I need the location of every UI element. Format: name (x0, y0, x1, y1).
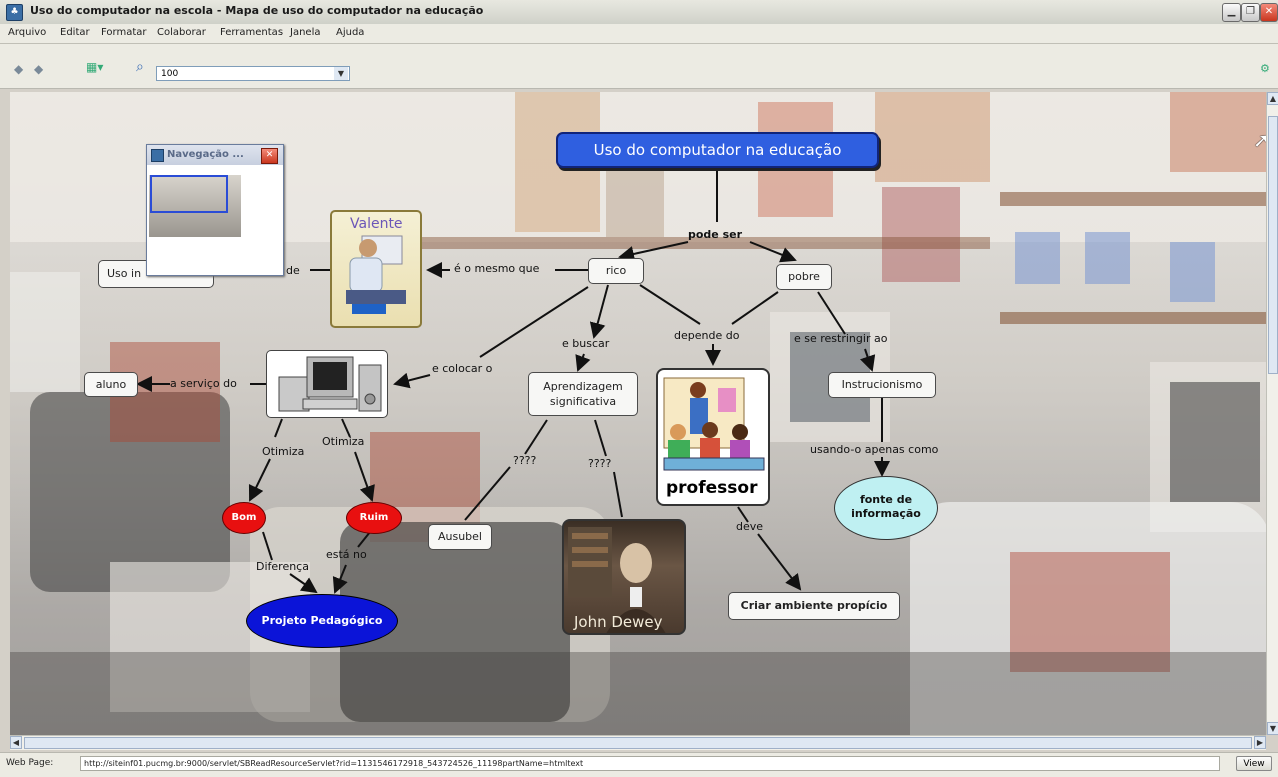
menu-arquivo[interactable]: Arquivo (8, 27, 46, 38)
link-label[interactable]: usando-o apenas como (810, 443, 938, 456)
chevron-down-icon[interactable]: ▼ (334, 67, 348, 80)
mouse-cursor-icon: ➚ (1253, 128, 1266, 152)
tool-icon[interactable]: ⚙ (1260, 62, 1270, 75)
dewey-caption: John Dewey (574, 613, 663, 631)
horizontal-scrollbar[interactable]: ◀ ▶ (10, 735, 1266, 750)
view-button[interactable]: View (1236, 756, 1272, 771)
link-label[interactable]: pode ser (688, 228, 742, 241)
scroll-down-icon[interactable]: ▼ (1267, 722, 1278, 735)
scroll-left-icon[interactable]: ◀ (10, 736, 22, 749)
window-titlebar: ♣ Uso do computador na escola - Mapa de … (0, 0, 1278, 25)
menu-janela[interactable]: Janela (290, 27, 320, 38)
concept-bom[interactable]: Bom (222, 502, 266, 534)
concept-root[interactable]: Uso do computador na educação (556, 132, 879, 168)
navigator-titlebar[interactable]: Navegação ... ✕ (147, 145, 283, 165)
concept-john-dewey-image[interactable]: John Dewey (562, 519, 686, 635)
link-label[interactable]: de (286, 264, 300, 277)
link-label[interactable]: a serviço do (170, 377, 237, 390)
concept-instrucionismo[interactable]: Instrucionismo (828, 372, 936, 398)
concept-ruim[interactable]: Ruim (346, 502, 402, 534)
cmaptools-icon: ♣ (6, 4, 23, 21)
link-label[interactable]: Otimiza (262, 445, 304, 458)
link-label[interactable]: e se restringir ao (794, 332, 887, 345)
menu-editar[interactable]: Editar (60, 27, 90, 38)
vertical-scroll-thumb[interactable] (1268, 116, 1278, 374)
status-url-field[interactable]: http://siteinf01.pucmg.br:9000/servlet/S… (80, 756, 1220, 771)
view-menu-icon[interactable]: ▦▾ (86, 60, 103, 74)
scroll-right-icon[interactable]: ▶ (1254, 736, 1266, 749)
menubar: Arquivo Editar Formatar Colaborar Ferram… (0, 24, 1278, 44)
concept-aluno[interactable]: aluno (84, 372, 138, 397)
close-icon[interactable]: ✕ (261, 148, 278, 164)
vertical-scrollbar[interactable]: ▲ ▼ (1266, 92, 1278, 735)
link-label[interactable]: está no (326, 548, 367, 561)
link-label[interactable]: depende do (674, 329, 739, 342)
scroll-up-icon[interactable]: ▲ (1267, 92, 1278, 105)
back-icon[interactable]: ◆ (14, 62, 23, 76)
minimize-icon[interactable]: ▁ (1222, 3, 1241, 22)
status-label: Web Page: (6, 758, 54, 768)
horizontal-scroll-thumb[interactable] (24, 737, 1252, 749)
cmaptools-icon (151, 149, 164, 162)
menu-formatar[interactable]: Formatar (101, 27, 146, 38)
close-icon[interactable]: ✕ (1260, 3, 1278, 22)
concept-criar-ambiente[interactable]: Criar ambiente propício (728, 592, 900, 620)
link-label[interactable]: deve (736, 520, 763, 533)
concept-computer-image[interactable] (266, 350, 388, 418)
link-label[interactable]: ???? (588, 457, 611, 470)
concept-pobre[interactable]: pobre (776, 264, 832, 290)
link-label[interactable]: e buscar (562, 337, 609, 350)
concept-aprendizagem[interactable]: Aprendizagem significativa (528, 372, 638, 416)
menu-ferramentas[interactable]: Ferramentas (220, 27, 283, 38)
link-label[interactable]: é o mesmo que (454, 262, 539, 275)
valente-caption: Valente (350, 216, 403, 232)
link-label[interactable]: Otimiza (322, 435, 364, 448)
concept-ausubel[interactable]: Ausubel (428, 524, 492, 550)
concept-projeto-pedagogico[interactable]: Projeto Pedagógico (246, 594, 398, 648)
forward-icon[interactable]: ◆ (34, 62, 43, 76)
window-title: Uso do computador na escola - Mapa de us… (30, 4, 484, 17)
concept-valente-image[interactable]: Valente (330, 210, 422, 328)
concept-professor-image[interactable]: professor (656, 368, 770, 506)
concept-rico[interactable]: rico (588, 258, 644, 284)
link-label[interactable]: e colocar o (432, 362, 492, 375)
navigator-viewport[interactable] (150, 175, 228, 213)
zoom-select[interactable]: 100 (156, 66, 350, 81)
computer-icon (278, 356, 382, 412)
navigator-title: Navegação ... (167, 149, 244, 160)
link-label[interactable]: ???? (513, 454, 536, 467)
concept-fonte-informacao[interactable]: fonte de informação (834, 476, 938, 540)
zoom-icon: ⌕ (136, 59, 144, 75)
menu-colaborar[interactable]: Colaborar (157, 27, 206, 38)
navigator-window[interactable]: Navegação ... ✕ (146, 144, 284, 276)
link-label[interactable]: Diferença (256, 560, 309, 573)
restore-icon[interactable]: ❐ (1241, 3, 1260, 22)
professor-caption: professor (666, 478, 758, 498)
menu-ajuda[interactable]: Ajuda (336, 27, 364, 38)
